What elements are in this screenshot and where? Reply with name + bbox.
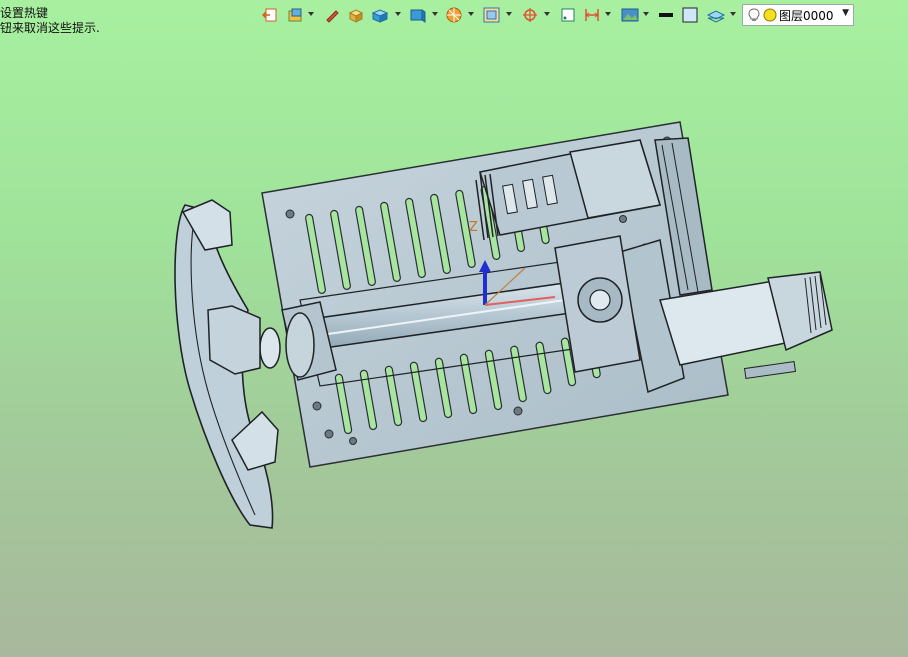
paint-icon[interactable]: [322, 5, 342, 25]
dimension-dropdown-icon[interactable]: [605, 12, 611, 16]
line-color-icon[interactable]: [656, 5, 676, 25]
section-dropdown-icon[interactable]: [468, 12, 474, 16]
image-icon[interactable]: [620, 5, 640, 25]
axis-z-label: Z: [469, 220, 478, 235]
cube-view-dropdown-icon[interactable]: [395, 12, 401, 16]
frame-icon[interactable]: [558, 5, 578, 25]
fill-color-icon[interactable]: [680, 5, 700, 25]
cad-viewport[interactable]: Z: [0, 0, 908, 657]
steering-handle: [174, 199, 279, 529]
render-mode-dropdown-icon[interactable]: [308, 12, 314, 16]
view-orient-dropdown-icon[interactable]: [432, 12, 438, 16]
cube-view-icon[interactable]: [370, 5, 390, 25]
layer-stack-icon[interactable]: [706, 5, 726, 25]
lightbulb-icon[interactable]: [747, 7, 761, 23]
layer-select-value: 图层0000: [779, 8, 834, 23]
view-toolbar: 图层0000 ▼: [258, 3, 908, 27]
render-mode-icon[interactable]: [286, 5, 306, 25]
snap-dropdown-icon[interactable]: [544, 12, 550, 16]
exit-sketch-icon[interactable]: [260, 5, 280, 25]
right-motor: [619, 239, 833, 394]
dimension-icon[interactable]: [582, 5, 602, 25]
layer-select[interactable]: 图层0000 ▼: [742, 4, 854, 26]
image-dropdown-icon[interactable]: [643, 12, 649, 16]
zoom-window-dropdown-icon[interactable]: [506, 12, 512, 16]
layer-color-icon[interactable]: [763, 8, 777, 22]
view-orient-icon[interactable]: [408, 5, 428, 25]
layer-stack-dropdown-icon[interactable]: [730, 12, 736, 16]
snap-icon[interactable]: [520, 5, 540, 25]
shaded-box-icon[interactable]: [346, 5, 366, 25]
zoom-window-icon[interactable]: [482, 5, 502, 25]
section-icon[interactable]: [444, 5, 464, 25]
chevron-down-icon[interactable]: ▼: [842, 8, 849, 18]
